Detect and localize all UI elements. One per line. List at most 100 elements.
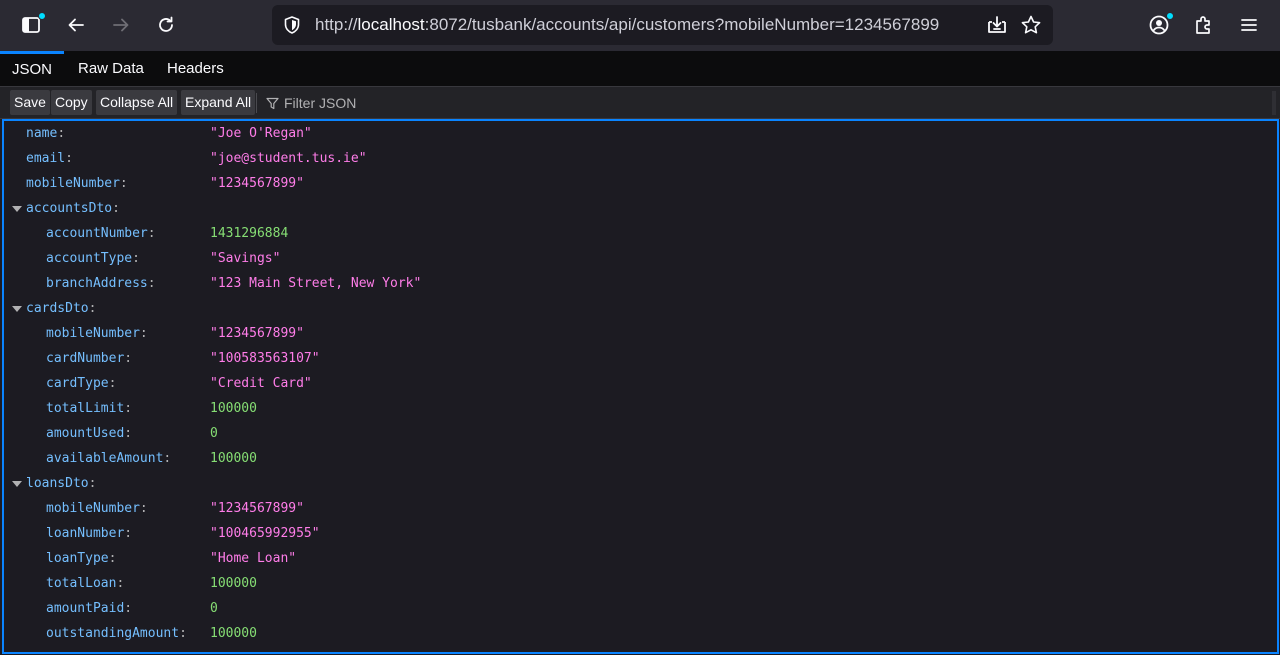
json-key: outstandingAmount (46, 626, 180, 641)
tab-raw-data[interactable]: Raw Data (64, 51, 158, 86)
json-value: "100583563107" (210, 351, 320, 366)
menu-button[interactable] (1232, 8, 1266, 42)
json-row-amount-used[interactable]: amountUsed: 0 (4, 421, 1277, 446)
json-row-card-number[interactable]: cardNumber: "100583563107" (4, 346, 1277, 371)
filter-icon (266, 97, 279, 110)
json-key: branchAddress (46, 276, 148, 291)
url-scheme: http:// (315, 15, 358, 34)
json-row-accounts-dto[interactable]: accountsDto: (4, 196, 1277, 221)
json-row-account-type[interactable]: accountType: "Savings" (4, 246, 1277, 271)
url-bar[interactable]: http://localhost:8072/tusbank/accounts/a… (272, 5, 1053, 45)
json-key: loanType (46, 551, 109, 566)
json-key: accountNumber (46, 226, 148, 241)
json-row-card-type[interactable]: cardType: "Credit Card" (4, 371, 1277, 396)
forward-icon (113, 18, 129, 32)
toolbar-divider (256, 93, 257, 113)
sidebar-toggle-button[interactable] (14, 8, 48, 42)
browser-toolbar: http://localhost:8072/tusbank/accounts/a… (0, 0, 1280, 51)
json-key: mobileNumber (46, 501, 140, 516)
filter-json-input[interactable]: Filter JSON (266, 95, 356, 111)
json-key: amountPaid (46, 601, 125, 616)
account-button[interactable] (1142, 8, 1176, 42)
json-key: name (26, 126, 58, 141)
json-row-available-amount[interactable]: availableAmount: 100000 (4, 446, 1277, 471)
extensions-icon (1196, 16, 1210, 34)
back-button[interactable] (59, 8, 93, 42)
reload-button[interactable] (149, 8, 183, 42)
json-value: "1234567899" (210, 176, 304, 191)
json-value: 1431296884 (210, 226, 289, 241)
collapse-all-button[interactable]: Collapse All (96, 90, 178, 115)
json-key: accountType (46, 251, 133, 266)
expand-toggle-icon[interactable] (12, 306, 22, 312)
shield-icon[interactable] (282, 15, 302, 35)
json-value: "Joe O'Regan" (210, 126, 312, 141)
json-value: "Savings" (210, 251, 281, 266)
json-value: "123 Main Street, New York" (210, 276, 422, 291)
json-key: amountUsed (46, 426, 125, 441)
back-icon (68, 18, 84, 32)
tab-json[interactable]: JSON (0, 51, 64, 86)
viewer-tabs: JSON Raw Data Headers (0, 51, 1280, 87)
json-row-cards-dto[interactable]: cardsDto: (4, 296, 1277, 321)
notification-dot (38, 12, 46, 20)
json-key: mobileNumber (26, 176, 120, 191)
json-value: 100000 (210, 401, 257, 416)
json-key: email (26, 151, 66, 166)
expand-toggle-icon[interactable] (12, 481, 22, 487)
json-value: "1234567899" (210, 326, 304, 341)
json-row-loan-mobile-number[interactable]: mobileNumber: "1234567899" (4, 496, 1277, 521)
expand-all-button[interactable]: Expand All (181, 90, 256, 115)
json-row-account-number[interactable]: accountNumber: 1431296884 (4, 221, 1277, 246)
expand-toggle-icon[interactable] (12, 206, 22, 212)
json-key: totalLimit (46, 401, 125, 416)
json-key: loansDto (26, 476, 89, 491)
json-row-loan-type[interactable]: loanType: "Home Loan" (4, 546, 1277, 571)
json-key: accountsDto (26, 201, 113, 216)
forward-button[interactable] (104, 8, 138, 42)
filter-placeholder: Filter JSON (284, 95, 357, 111)
json-value: "Home Loan" (210, 551, 297, 566)
json-value: "100465992955" (210, 526, 320, 541)
url-path: :8072/tusbank/accounts/api/customers?mob… (424, 15, 940, 34)
url-text[interactable]: http://localhost:8072/tusbank/accounts/a… (315, 15, 939, 35)
json-row-loan-number[interactable]: loanNumber: "100465992955" (4, 521, 1277, 546)
json-row-mobile-number[interactable]: mobileNumber: "1234567899" (4, 171, 1277, 196)
json-row-total-loan[interactable]: totalLoan: 100000 (4, 571, 1277, 596)
json-key: cardsDto (26, 301, 89, 316)
url-host: localhost (357, 15, 425, 34)
download-icon[interactable] (986, 14, 1008, 36)
json-row-card-mobile-number[interactable]: mobileNumber: "1234567899" (4, 321, 1277, 346)
json-value: 0 (210, 601, 218, 616)
reload-icon (159, 16, 173, 32)
json-row-total-limit[interactable]: totalLimit: 100000 (4, 396, 1277, 421)
json-row-amount-paid[interactable]: amountPaid: 0 (4, 596, 1277, 621)
scrollbar[interactable] (1272, 91, 1276, 115)
json-row-name[interactable]: name: "Joe O'Regan" (4, 121, 1277, 146)
json-key: cardNumber (46, 351, 125, 366)
menu-icon (1241, 19, 1257, 31)
json-value: 100000 (210, 576, 257, 591)
json-value: "joe@student.tus.ie" (210, 151, 367, 166)
json-value: "1234567899" (210, 501, 304, 516)
json-key: loanNumber (46, 526, 125, 541)
json-row-loans-dto[interactable]: loansDto: (4, 471, 1277, 496)
json-value: 100000 (210, 451, 257, 466)
json-row-email[interactable]: email: "joe@student.tus.ie" (4, 146, 1277, 171)
json-key: cardType (46, 376, 109, 391)
save-button[interactable]: Save (10, 90, 50, 115)
json-value: 100000 (210, 626, 257, 641)
json-key: mobileNumber (46, 326, 140, 341)
json-key: totalLoan (46, 576, 117, 591)
extensions-button[interactable] (1187, 8, 1221, 42)
json-value: "Credit Card" (210, 376, 312, 391)
copy-button[interactable]: Copy (51, 90, 92, 115)
json-row-outstanding-amount[interactable]: outstandingAmount: 100000 (4, 621, 1277, 646)
json-key: availableAmount (46, 451, 164, 466)
json-value: 0 (210, 426, 218, 441)
star-icon[interactable] (1020, 14, 1042, 36)
account-notification-dot (1166, 12, 1174, 20)
json-tree: name: "Joe O'Regan" email: "joe@student.… (2, 119, 1279, 654)
json-row-branch-address[interactable]: branchAddress: "123 Main Street, New Yor… (4, 271, 1277, 296)
tab-headers[interactable]: Headers (153, 51, 238, 86)
